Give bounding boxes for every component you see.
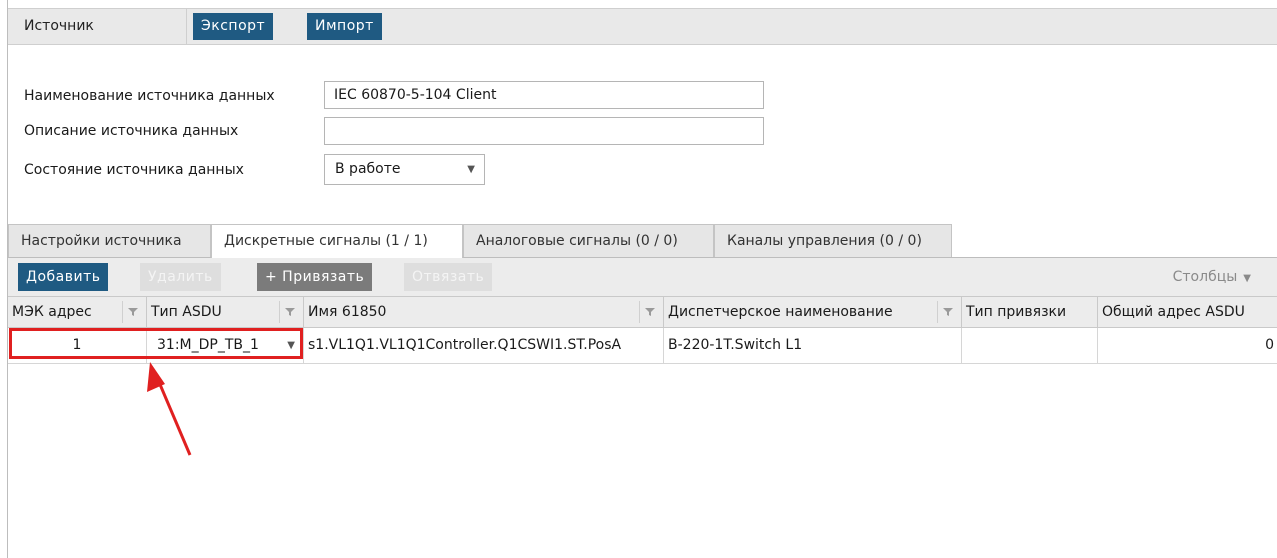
annotation-arrow-icon: [147, 362, 192, 456]
arrow-shaft: [154, 374, 192, 456]
